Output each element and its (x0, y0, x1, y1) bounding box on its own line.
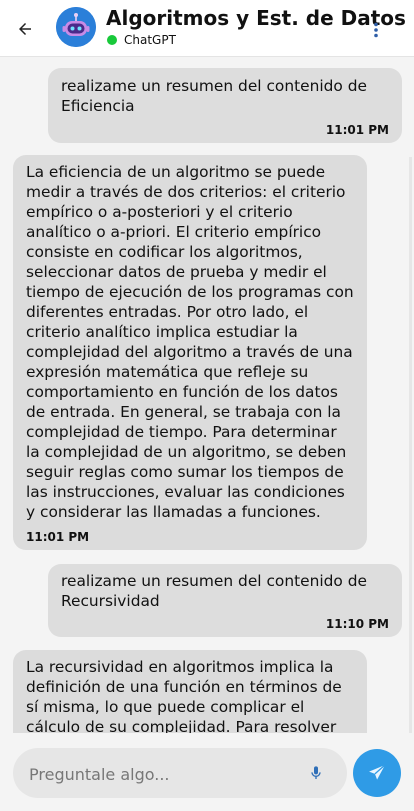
user-message: realizame un resumen del contenido de Re… (48, 564, 402, 637)
message-time: 11:01 PM (325, 123, 389, 137)
assistant-message: La eficiencia de un algoritmo se puede m… (13, 155, 367, 550)
robot-avatar-icon (56, 7, 96, 47)
message-input[interactable] (27, 761, 301, 787)
assistant-message: La recursividad en algoritmos implica la… (13, 650, 367, 733)
scrollbar[interactable] (409, 157, 412, 733)
send-button[interactable] (353, 749, 401, 797)
message-text: La recursividad en algoritmos implica la… (26, 658, 342, 733)
chatbot-avatar[interactable] (56, 7, 96, 47)
status-row: ChatGPT (107, 33, 176, 47)
send-icon (369, 764, 386, 780)
message-text: La eficiencia de un algoritmo se puede m… (26, 163, 354, 521)
back-button[interactable] (11, 15, 39, 43)
composer-bar (0, 733, 414, 811)
message-text: realizame un resumen del contenido de Re… (61, 572, 367, 610)
app-bar: Algoritmos y Est. de Datos ChatGPT (0, 0, 414, 57)
microphone-icon (311, 766, 321, 779)
message-time: 11:10 PM (325, 617, 389, 631)
chat-screen: Algoritmos y Est. de Datos ChatGPT reali… (0, 0, 414, 811)
message-list[interactable]: realizame un resumen del contenido de Ef… (0, 57, 414, 733)
message-text: realizame un resumen del contenido de Ef… (61, 77, 367, 115)
online-status-dot (107, 35, 117, 45)
more-options-button[interactable] (364, 18, 388, 42)
user-message: realizame un resumen del contenido de Ef… (48, 68, 402, 143)
message-time: 11:01 PM (26, 530, 90, 544)
more-vert-icon (374, 22, 378, 38)
message-input-container (13, 748, 347, 798)
chat-title: Algoritmos y Est. de Datos (106, 6, 406, 30)
status-label: ChatGPT (124, 33, 176, 47)
arrow-back-icon (19, 23, 31, 35)
microphone-button[interactable] (305, 762, 327, 784)
